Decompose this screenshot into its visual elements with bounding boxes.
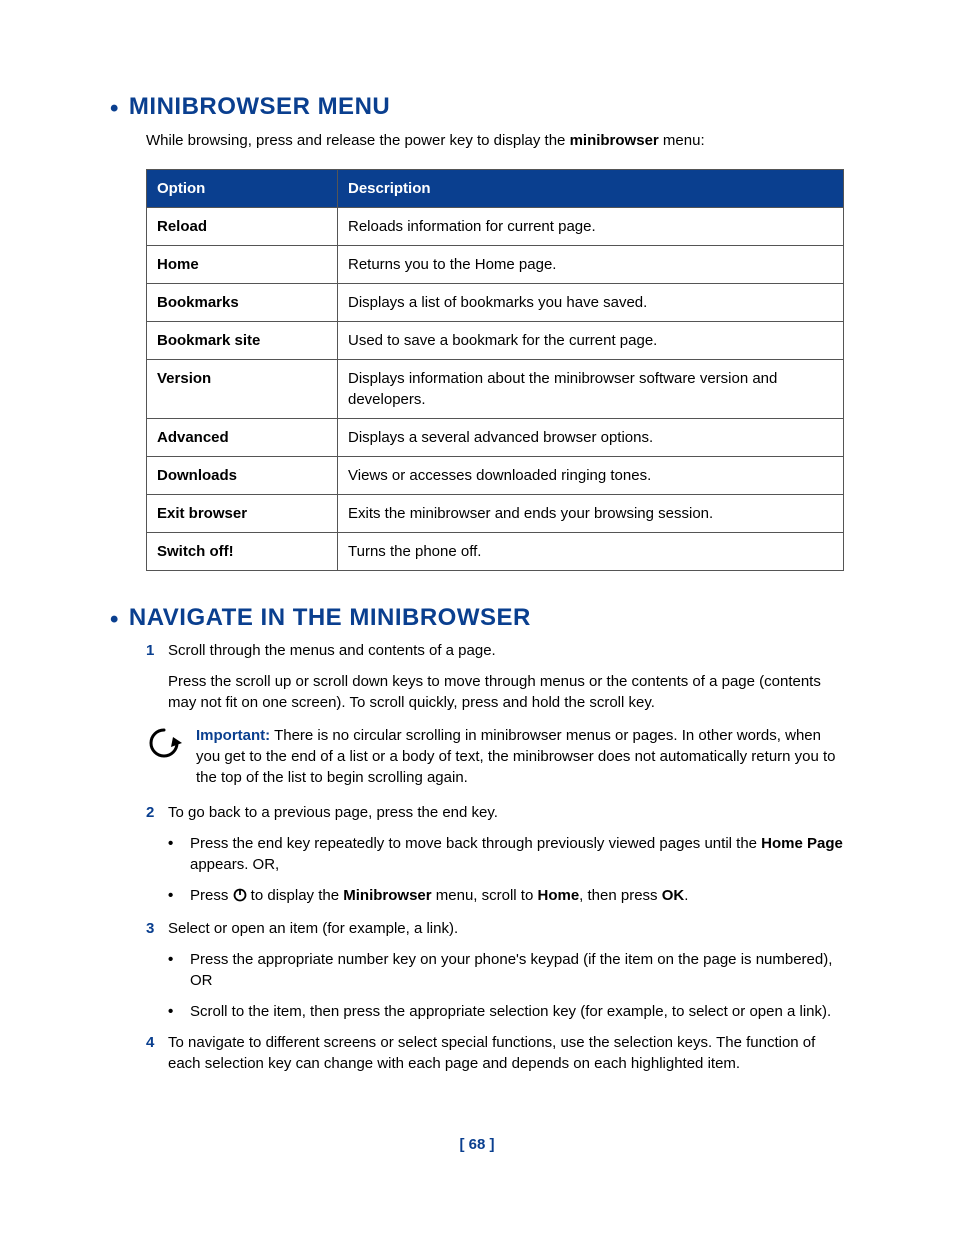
th-description: Description [338,169,844,207]
section-heading-minibrowser-menu: •MINIBROWSER MENU [110,90,844,124]
table-row: AdvancedDisplays a several advanced brow… [147,418,844,456]
list-item: Press the appropriate number key on your… [168,949,844,991]
bullet-icon: • [110,606,119,633]
intro-text: While browsing, press and release the po… [146,130,844,151]
important-icon [146,725,196,767]
list-item: Press the end key repeatedly to move bac… [168,833,844,875]
table-row: DownloadsViews or accesses downloaded ri… [147,456,844,494]
page-number: [ 68 ] [110,1134,844,1155]
table-row: VersionDisplays information about the mi… [147,359,844,418]
table-row: Bookmark siteUsed to save a bookmark for… [147,321,844,359]
th-option: Option [147,169,338,207]
bullet-icon: • [110,95,119,122]
important-note: Important: There is no circular scrollin… [146,725,844,788]
step-4: 4 To navigate to different screens or se… [146,1032,844,1074]
step-2: 2 To go back to a previous page, press t… [146,802,844,908]
step-3: 3 Select or open an item (for example, a… [146,918,844,1022]
table-row: Switch off!Turns the phone off. [147,532,844,570]
step-1: 1 Scroll through the menus and contents … [146,640,844,713]
list-item: Scroll to the item, then press the appro… [168,1001,844,1022]
table-row: ReloadReloads information for current pa… [147,207,844,245]
table-row: BookmarksDisplays a list of bookmarks yo… [147,283,844,321]
table-row: Exit browserExits the minibrowser and en… [147,494,844,532]
power-icon [233,887,247,908]
options-table: Option Description ReloadReloads informa… [146,169,844,571]
list-item: Press to display the Minibrowser menu, s… [168,885,844,908]
section-heading-navigate: •NAVIGATE IN THE MINIBROWSER [110,601,844,635]
table-row: HomeReturns you to the Home page. [147,245,844,283]
